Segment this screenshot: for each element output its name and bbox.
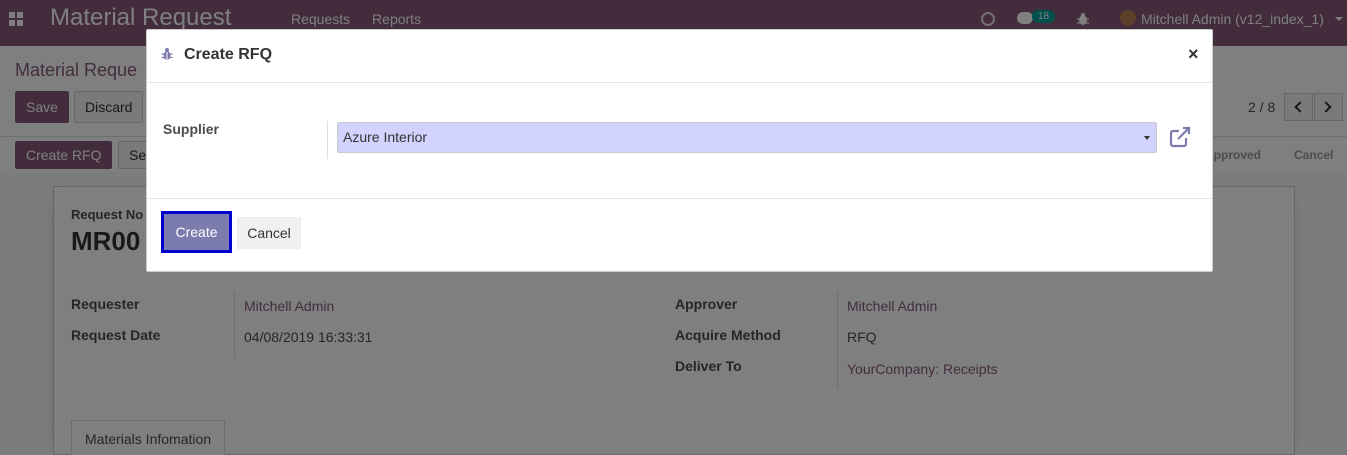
create-button[interactable]: Create	[161, 211, 232, 253]
modal-title: Create RFQ	[184, 46, 273, 63]
field-separator	[327, 121, 328, 159]
modal-footer: Create Cancel	[147, 198, 1212, 273]
modal-header: Create RFQ ×	[147, 30, 1212, 83]
external-link-icon[interactable]	[1168, 125, 1192, 149]
debug-bug-icon[interactable]	[161, 47, 173, 61]
supplier-label: Supplier	[163, 121, 220, 137]
cancel-button[interactable]: Cancel	[237, 217, 301, 249]
supplier-value: Azure Interior	[343, 129, 428, 145]
modal-body: Supplier Azure Interior	[147, 83, 1212, 198]
supplier-select[interactable]: Azure Interior	[337, 122, 1157, 153]
dropdown-caret-icon[interactable]	[1144, 136, 1150, 140]
close-icon[interactable]: ×	[1188, 44, 1199, 65]
create-rfq-dialog: Create RFQ × Supplier Azure Interior Cre…	[146, 29, 1213, 272]
